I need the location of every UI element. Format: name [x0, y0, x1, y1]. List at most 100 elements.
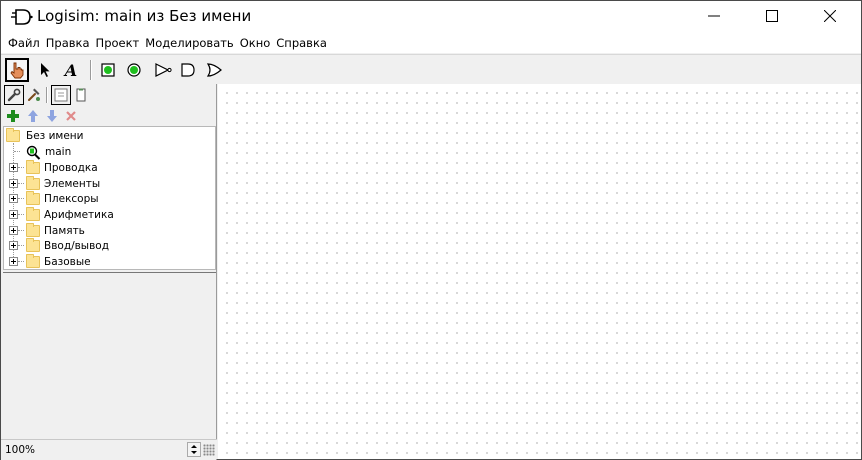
circuit-canvas[interactable]	[218, 84, 861, 459]
move-down-button[interactable]	[44, 108, 60, 124]
tree-guide-line	[18, 214, 24, 215]
menu-edit[interactable]: Правка	[43, 33, 93, 53]
explorer-toolbar-separator	[46, 87, 48, 103]
project-tree: Без имени main Проводка Элементы Плексор…	[3, 126, 216, 270]
tree-item-library[interactable]: Элементы	[26, 176, 100, 192]
tree-guide-line	[18, 245, 24, 246]
folder-icon	[26, 160, 40, 174]
window-title: Logisim: main из Без имени	[37, 7, 252, 25]
minimize-button[interactable]	[691, 1, 737, 31]
delete-circuit-button[interactable]	[63, 108, 79, 124]
menu-project[interactable]: Проект	[93, 33, 143, 53]
arrow-down-icon	[47, 110, 57, 122]
close-icon	[824, 10, 836, 22]
expand-toggle[interactable]	[9, 241, 18, 250]
tree-item-library[interactable]: Проводка	[26, 160, 98, 176]
tree-item-library[interactable]: Память	[26, 223, 85, 239]
close-button[interactable]	[807, 1, 853, 31]
add-circuit-button[interactable]	[5, 108, 21, 124]
tree-item-label: Проводка	[44, 162, 98, 174]
folder-icon	[26, 254, 40, 268]
tree-item-label: Плексоры	[44, 193, 99, 205]
and-gate-icon	[181, 63, 195, 77]
menu-file[interactable]: Файл	[5, 33, 43, 53]
output-pin-button[interactable]	[122, 58, 146, 82]
expand-toggle[interactable]	[9, 194, 18, 203]
plus-icon	[7, 110, 19, 122]
and-gate-button[interactable]	[176, 58, 200, 82]
tree-item-main-circuit[interactable]: main	[26, 144, 71, 160]
menu-window[interactable]: Окно	[237, 33, 274, 53]
folder-icon	[6, 128, 20, 142]
expand-toggle[interactable]	[9, 163, 18, 172]
minimize-icon	[708, 15, 720, 17]
tree-guide-line	[18, 183, 24, 184]
zoom-spinner-icon[interactable]	[187, 442, 201, 457]
input-pin-button[interactable]	[96, 58, 120, 82]
tree-item-label: Базовые	[44, 256, 91, 268]
or-gate-icon	[206, 63, 222, 77]
tree-guide-line	[18, 167, 24, 168]
circuit-magnifier-icon	[26, 145, 41, 160]
expand-toggle[interactable]	[9, 257, 18, 266]
tree-root-label: Без имени	[26, 130, 84, 142]
toolbox-view-button[interactable]	[4, 85, 24, 105]
expand-toggle[interactable]	[9, 226, 18, 235]
folder-icon	[26, 223, 40, 237]
tree-item-label: Ввод/вывод	[44, 240, 109, 252]
tree-item-label: Память	[44, 225, 85, 237]
input-pin-icon	[101, 63, 115, 77]
zoom-bar: 100%	[1, 439, 217, 459]
select-tool-button[interactable]	[33, 58, 57, 82]
wrench-icon	[7, 88, 21, 102]
main-toolbar: A	[1, 54, 861, 84]
attribute-table	[3, 272, 216, 440]
expand-toggle[interactable]	[9, 179, 18, 188]
explorer-toolbar	[1, 84, 217, 106]
simulation-view-button[interactable]	[24, 85, 44, 105]
maximize-button[interactable]	[749, 1, 795, 31]
text-tool-icon: A	[64, 60, 78, 80]
tree-guide-line	[18, 198, 24, 199]
tree-item-library[interactable]: Плексоры	[26, 191, 99, 207]
explorer-panel: Без имени main Проводка Элементы Плексор…	[1, 84, 217, 460]
tree-item-label: main	[45, 146, 72, 158]
tree-guide-line	[14, 151, 20, 152]
poke-tool-icon	[10, 62, 24, 79]
expand-toggle[interactable]	[9, 210, 18, 219]
document-icon	[76, 88, 86, 102]
tree-item-library[interactable]: Базовые	[26, 254, 91, 270]
tree-item-label: Элементы	[44, 178, 101, 190]
tree-item-library[interactable]: Ввод/вывод	[26, 238, 109, 254]
folder-icon	[26, 207, 40, 221]
or-gate-button[interactable]	[203, 58, 227, 82]
zoom-value[interactable]: 100%	[5, 444, 35, 456]
tree-guide-line	[18, 261, 24, 262]
tree-item-library[interactable]: Арифметика	[26, 207, 114, 223]
poke-tool-button[interactable]	[5, 58, 29, 82]
select-tool-icon	[41, 63, 50, 77]
folder-icon	[26, 191, 40, 205]
move-up-button[interactable]	[25, 108, 41, 124]
app-window: Logisim: main из Без имени Файл Правка П…	[0, 0, 862, 460]
show-tree-button[interactable]	[51, 85, 71, 105]
not-gate-icon	[155, 63, 172, 77]
tree-actions-toolbar	[1, 106, 217, 126]
title-bar: Logisim: main из Без имени	[1, 1, 861, 33]
logisim-app-icon	[11, 9, 33, 25]
menu-bar: Файл Правка Проект Моделировать Окно Спр…	[1, 33, 861, 53]
not-gate-button[interactable]	[151, 58, 175, 82]
text-tool-button[interactable]: A	[59, 58, 83, 82]
tree-item-label: Арифметика	[44, 209, 114, 221]
menu-simulate[interactable]: Моделировать	[142, 33, 236, 53]
hammer-icon	[28, 88, 40, 101]
maximize-icon	[766, 10, 778, 22]
delete-icon	[66, 111, 76, 121]
folder-icon	[26, 176, 40, 190]
tree-guide-line	[18, 230, 24, 231]
menu-help[interactable]: Справка	[273, 33, 330, 53]
tree-root[interactable]: Без имени	[6, 128, 83, 144]
folder-icon	[26, 238, 40, 252]
resize-grip-icon[interactable]	[203, 444, 215, 456]
show-attributes-button[interactable]	[71, 85, 91, 105]
